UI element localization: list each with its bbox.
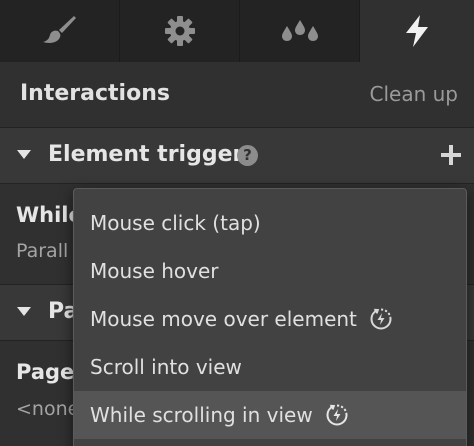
- menu-item-label: Mouse move over element: [90, 307, 357, 331]
- page-trigger-subtitle: <none: [16, 398, 80, 420]
- menu-item-label: While scrolling in view: [90, 403, 313, 427]
- page-title: Interactions: [20, 81, 170, 106]
- element-trigger-section-header[interactable]: Element trigger ?: [0, 128, 474, 184]
- plus-icon[interactable]: [438, 142, 464, 168]
- caret-down-icon[interactable]: [17, 307, 31, 316]
- tab-style-manager[interactable]: [240, 0, 360, 62]
- menu-item-scroll-into-view[interactable]: Scroll into view: [74, 343, 466, 391]
- interactions-panel: Interactions Clean up Element trigger ? …: [0, 0, 474, 446]
- menu-item-label: Mouse hover: [90, 259, 219, 283]
- trigger-dropdown-menu: Mouse click (tap) Mouse hover Mouse move…: [73, 188, 467, 446]
- brush-icon: [42, 16, 76, 43]
- menu-item-label: Mouse click (tap): [90, 211, 261, 235]
- clean-up-button[interactable]: Clean up: [370, 82, 459, 106]
- trigger-subtitle: Parall: [16, 240, 69, 262]
- panel-tabbar: [0, 0, 474, 63]
- menu-item-mouse-click[interactable]: Mouse click (tap): [74, 199, 466, 247]
- caret-down-icon[interactable]: [17, 150, 31, 159]
- drops-icon: [281, 20, 318, 41]
- page-trigger-title: Page: [16, 360, 75, 384]
- lightning-icon: [406, 15, 428, 47]
- section-title: Element trigger: [48, 142, 244, 167]
- tab-settings[interactable]: [120, 0, 240, 62]
- menu-item-mouse-move[interactable]: Mouse move over element: [74, 295, 466, 343]
- help-icon[interactable]: ?: [237, 145, 258, 166]
- tab-style[interactable]: [0, 0, 120, 62]
- menu-item-while-scrolling[interactable]: While scrolling in view: [74, 391, 466, 439]
- continuous-animation-icon: [370, 308, 392, 330]
- gear-icon: [164, 16, 195, 46]
- menu-item-mouse-hover[interactable]: Mouse hover: [74, 247, 466, 295]
- continuous-animation-icon: [326, 404, 348, 426]
- menu-item-label: Scroll into view: [90, 355, 242, 379]
- interactions-header: Interactions Clean up: [0, 62, 474, 128]
- tab-interactions[interactable]: [360, 0, 474, 62]
